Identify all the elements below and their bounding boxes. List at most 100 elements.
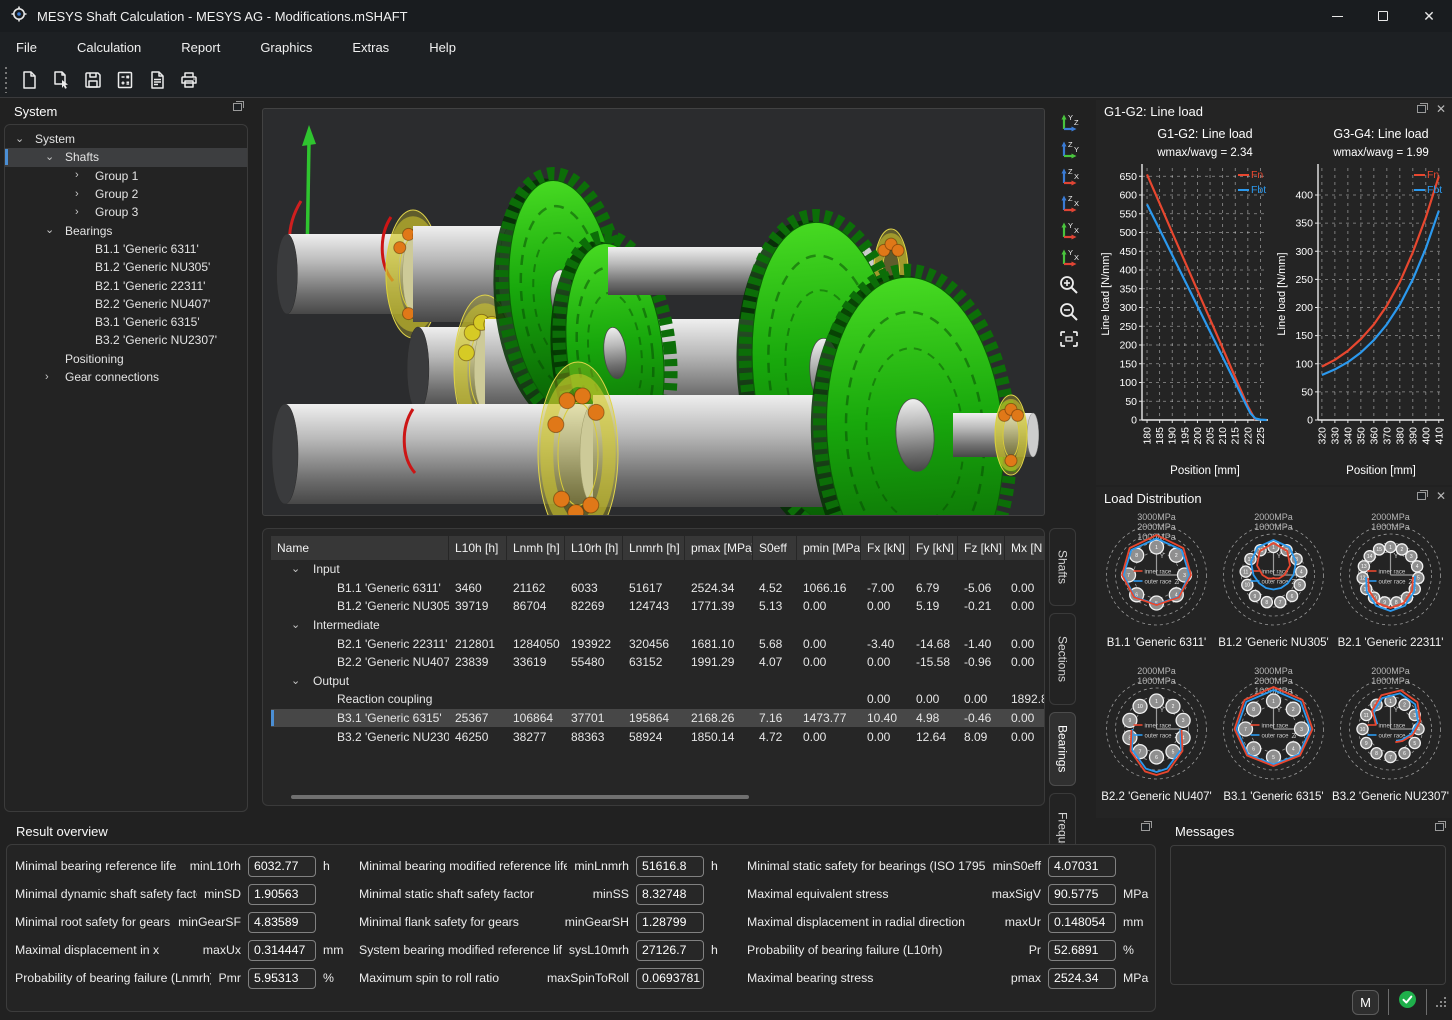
field-value[interactable]: 51616.8 xyxy=(636,856,704,877)
close-button[interactable]: ✕ xyxy=(1406,0,1452,32)
tab-shafts[interactable]: Shafts xyxy=(1049,528,1076,606)
float-panel-icon[interactable] xyxy=(1435,823,1444,831)
float-panel-icon[interactable] xyxy=(1141,823,1150,831)
expanded-arrow-icon[interactable]: ⌄ xyxy=(291,618,300,631)
view-axis-zy-button[interactable]: ZY xyxy=(1055,137,1083,162)
close-panel-icon[interactable]: ✕ xyxy=(1436,490,1446,502)
view-axis-zx-button[interactable]: ZX xyxy=(1055,164,1083,189)
tree-item-shafts[interactable]: ⌄Shafts xyxy=(5,148,247,166)
float-panel-icon[interactable] xyxy=(1417,492,1426,500)
field-value[interactable]: 2524.34 xyxy=(1048,968,1116,989)
tree-item-positioning[interactable]: Positioning xyxy=(5,350,247,368)
field-value[interactable]: 0.314447 xyxy=(248,940,316,961)
3d-viewport[interactable] xyxy=(262,108,1045,516)
view-axis-zx-button[interactable]: ZX xyxy=(1055,191,1083,216)
field-value[interactable]: 27126.7 xyxy=(636,940,704,961)
report-button[interactable] xyxy=(142,66,172,94)
menu-extras[interactable]: Extras xyxy=(338,34,403,61)
table-row-intermediate[interactable]: ⌄Intermediate xyxy=(271,616,1045,635)
table-row-b1-2-generic-nu305[interactable]: B1.2 'Generic NU305'39719867048226912474… xyxy=(271,597,1045,616)
column-header-pmax[interactable]: pmax [MPa] xyxy=(685,536,753,560)
tree-item-b2-2-generic-nu407[interactable]: B2.2 'Generic NU407' xyxy=(5,295,247,313)
collapsed-arrow-icon[interactable]: › xyxy=(75,189,79,200)
column-header-lnmh[interactable]: Lnmh [h] xyxy=(507,536,565,560)
field-value[interactable]: 8.32748 xyxy=(636,884,704,905)
expanded-arrow-icon[interactable]: ⌄ xyxy=(15,134,24,145)
field-value[interactable]: 1.90563 xyxy=(248,884,316,905)
field-value[interactable]: 0.148054 xyxy=(1048,912,1116,933)
view-axis-yx-button[interactable]: YX xyxy=(1055,218,1083,243)
column-header-fx[interactable]: Fx [kN] xyxy=(861,536,910,560)
float-panel-icon[interactable] xyxy=(1417,105,1426,113)
column-header-s0eff[interactable]: S0eff xyxy=(753,536,797,560)
mode-button[interactable]: M xyxy=(1352,990,1379,1015)
tree-item-group-2[interactable]: ›Group 2 xyxy=(5,185,247,203)
column-header-lnmrh[interactable]: Lnmrh [h] xyxy=(623,536,685,560)
column-header-fy[interactable]: Fy [kN] xyxy=(910,536,958,560)
expanded-arrow-icon[interactable]: ⌄ xyxy=(291,674,300,687)
tab-sections[interactable]: Sections xyxy=(1049,613,1076,705)
table-row-b3-2-generic-nu2307[interactable]: B3.2 'Generic NU2307'4625038277883635892… xyxy=(271,727,1045,746)
column-header-mx[interactable]: Mx [N xyxy=(1005,536,1045,560)
expanded-arrow-icon[interactable]: ⌄ xyxy=(45,152,54,163)
print-button[interactable] xyxy=(174,66,204,94)
collapsed-arrow-icon[interactable]: › xyxy=(75,170,79,181)
fit-button[interactable] xyxy=(1055,326,1083,351)
table-row-b2-1-generic-22311[interactable]: B2.1 'Generic 22311'21280112840501939223… xyxy=(271,634,1045,653)
column-header-fz[interactable]: Fz [kN] xyxy=(958,536,1005,560)
expanded-arrow-icon[interactable]: ⌄ xyxy=(291,562,300,575)
column-header-l10h[interactable]: L10h [h] xyxy=(449,536,507,560)
maximize-button[interactable] xyxy=(1360,0,1406,32)
tree-item-b3-2-generic-nu2307[interactable]: B3.2 'Generic NU2307' xyxy=(5,331,247,349)
collapsed-arrow-icon[interactable]: › xyxy=(75,207,79,218)
tree-item-group-3[interactable]: ›Group 3 xyxy=(5,203,247,221)
float-panel-icon[interactable] xyxy=(233,103,242,111)
resize-grip[interactable] xyxy=(1436,997,1446,1007)
save-button[interactable] xyxy=(78,66,108,94)
field-value[interactable]: 52.6891 xyxy=(1048,940,1116,961)
expanded-arrow-icon[interactable]: ⌄ xyxy=(45,225,54,236)
field-value[interactable]: 0.0693781 xyxy=(636,968,704,989)
column-header-name[interactable]: Name xyxy=(271,536,449,560)
table-row-b1-1-generic-6311[interactable]: B1.1 'Generic 6311'346021162603351617252… xyxy=(271,579,1045,598)
close-panel-icon[interactable]: ✕ xyxy=(1436,103,1446,115)
column-header-pmin[interactable]: pmin [MPa] xyxy=(797,536,861,560)
tree-item-bearings[interactable]: ⌄Bearings xyxy=(5,221,247,239)
menu-help[interactable]: Help xyxy=(415,34,470,61)
new-file-button[interactable] xyxy=(14,66,44,94)
zoom-out-button[interactable] xyxy=(1055,299,1083,324)
menu-report[interactable]: Report xyxy=(167,34,234,61)
tree-item-gear-connections[interactable]: ›Gear connections xyxy=(5,368,247,386)
field-value[interactable]: 90.5775 xyxy=(1048,884,1116,905)
toolbar-grip[interactable] xyxy=(4,67,8,93)
horizontal-scrollbar[interactable] xyxy=(291,795,1011,799)
table-row-b2-2-generic-nu407[interactable]: B2.2 'Generic NU407'23839336195548063152… xyxy=(271,653,1045,672)
table-row-b3-1-generic-6315[interactable]: B3.1 'Generic 6315'253671068643770119586… xyxy=(271,709,1045,728)
collapsed-arrow-icon[interactable]: › xyxy=(45,372,49,383)
tree-item-b1-2-generic-nu305[interactable]: B1.2 'Generic NU305' xyxy=(5,258,247,276)
field-value[interactable]: 4.83589 xyxy=(248,912,316,933)
menu-calculation[interactable]: Calculation xyxy=(63,34,155,61)
view-axis-yx-button[interactable]: YX xyxy=(1055,245,1083,270)
field-value[interactable]: 5.95313 xyxy=(248,968,316,989)
tree-item-b3-1-generic-6315[interactable]: B3.1 'Generic 6315' xyxy=(5,313,247,331)
view-axis-yz-button[interactable]: YZ xyxy=(1055,110,1083,135)
table-row-reaction-coupling[interactable]: Reaction coupling0.000.000.001892.8 xyxy=(271,690,1045,709)
tree-item-group-1[interactable]: ›Group 1 xyxy=(5,167,247,185)
tree-item-system[interactable]: ⌄System xyxy=(5,130,247,148)
tree-item-b1-1-generic-6311[interactable]: B1.1 'Generic 6311' xyxy=(5,240,247,258)
menu-file[interactable]: File xyxy=(2,34,51,61)
column-header-l10rh[interactable]: L10rh [h] xyxy=(565,536,623,560)
zoom-in-button[interactable] xyxy=(1055,272,1083,297)
calculate-button[interactable] xyxy=(110,66,140,94)
field-value[interactable]: 6032.77 xyxy=(248,856,316,877)
field-value[interactable]: 4.07031 xyxy=(1048,856,1116,877)
tree-item-b2-1-generic-22311[interactable]: B2.1 'Generic 22311' xyxy=(5,276,247,294)
table-row-output[interactable]: ⌄Output xyxy=(271,672,1045,691)
open-file-button[interactable] xyxy=(46,66,76,94)
tab-bearings[interactable]: Bearings xyxy=(1049,712,1076,786)
scrollbar-thumb[interactable] xyxy=(291,795,749,799)
menu-graphics[interactable]: Graphics xyxy=(246,34,326,61)
minimize-button[interactable] xyxy=(1314,0,1360,32)
table-row-input[interactable]: ⌄Input xyxy=(271,560,1045,579)
